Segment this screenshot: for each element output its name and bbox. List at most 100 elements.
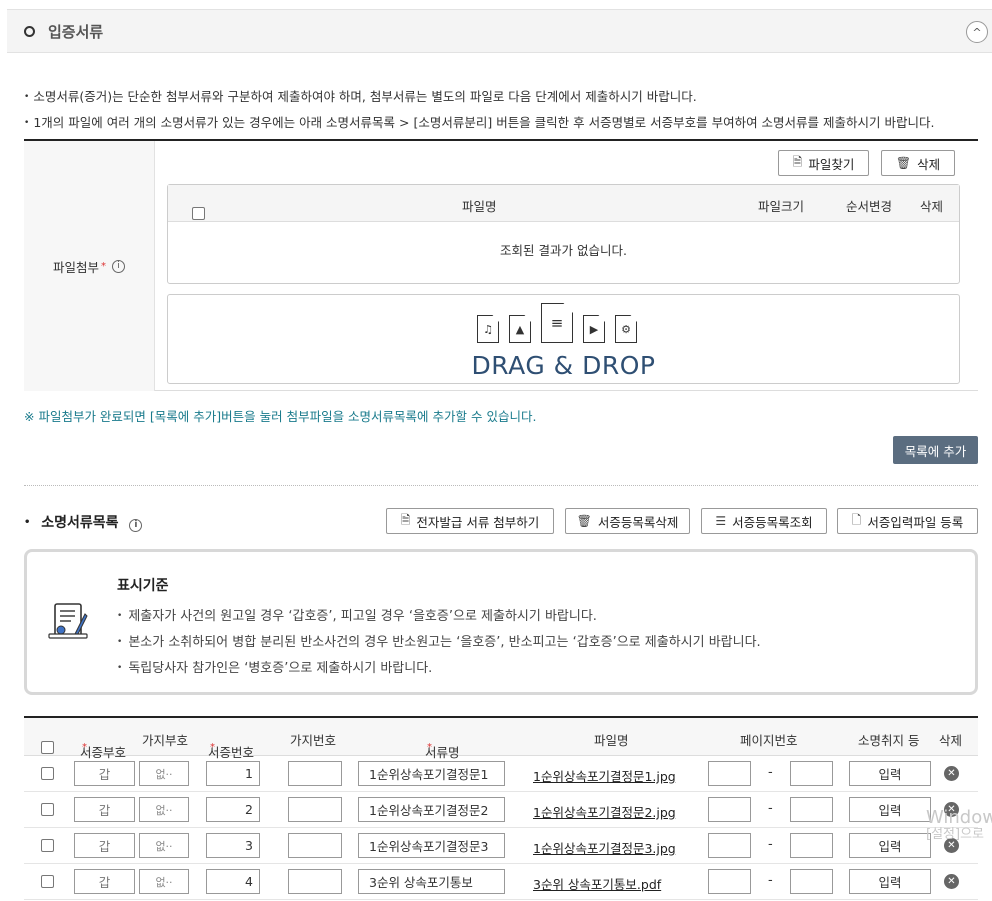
add-to-list-button[interactable]: 목록에 추가 bbox=[893, 436, 978, 464]
doc-name-input[interactable]: 1순위상속포기결정문2 bbox=[358, 797, 505, 822]
branch-number-input[interactable] bbox=[288, 761, 342, 786]
page-to-input[interactable] bbox=[790, 797, 833, 822]
drop-zone[interactable]: ♫ ▲ ≡ ▶ ⚙ DRAG & DROP bbox=[167, 294, 960, 384]
row-checkbox[interactable] bbox=[41, 767, 54, 780]
find-file-label: 파일찾기 bbox=[808, 156, 855, 172]
page-range-dash: - bbox=[768, 801, 773, 816]
doc-list-info-icon[interactable]: i bbox=[129, 518, 143, 532]
header-page: 페이지번호 bbox=[740, 733, 798, 748]
doc-name-input[interactable]: 3순위 상속포기통보 bbox=[358, 869, 505, 894]
file-attach-label-text: 파일첨부 bbox=[52, 259, 99, 275]
notice-1: 소명서류(증거)는 단순한 첨부서류와 구분하여 제출하여야 하며, 첨부서류는… bbox=[24, 86, 696, 105]
criteria-item-3: 독립당사자 참가인은 ‘병호증’으로 제출하시기 바랍니다. bbox=[117, 657, 432, 676]
trash-icon: 🗑 bbox=[576, 514, 592, 528]
branch-code-select[interactable]: 없·· bbox=[139, 761, 189, 786]
file-name-link[interactable]: 1순위상속포기결정문3.jpg bbox=[533, 838, 676, 857]
branch-number-input[interactable] bbox=[288, 869, 342, 894]
file-table-header: 파일명 파일크기 순서변경 삭제 bbox=[168, 185, 959, 222]
header-withdraw: 소명취지 등 bbox=[858, 733, 920, 748]
page-from-input[interactable] bbox=[708, 761, 751, 786]
watermark-line-1: Window bbox=[926, 807, 992, 828]
branch-code-select[interactable]: 없·· bbox=[139, 833, 189, 858]
watermark-line-2: [설정]으로 bbox=[926, 826, 984, 842]
number-input[interactable]: 4 bbox=[206, 869, 260, 894]
number-input[interactable]: 2 bbox=[206, 797, 260, 822]
header-delete: 삭제 bbox=[939, 733, 963, 748]
branch-code-select[interactable]: 없·· bbox=[139, 797, 189, 822]
header-order: 순서변경 bbox=[846, 199, 893, 214]
file-name-link[interactable]: 3순위 상속포기통보.pdf bbox=[533, 874, 661, 893]
code-select[interactable]: 갑 bbox=[74, 797, 135, 822]
number-input[interactable]: 1 bbox=[206, 761, 260, 786]
doc-select-all-checkbox[interactable] bbox=[41, 741, 54, 754]
add-to-list-note: ※ 파일첨부가 완료되면 [목록에 추가]버튼을 눌러 첨부파일을 소명서류목록… bbox=[24, 409, 537, 424]
close-circle-icon[interactable]: ✕ bbox=[944, 874, 959, 889]
image-file-icon: ▲ bbox=[509, 315, 531, 343]
section-title: 입증서류 bbox=[48, 22, 104, 41]
file-search-icon: 🗎 bbox=[400, 512, 411, 527]
info-icon[interactable]: i bbox=[112, 259, 125, 273]
find-file-button[interactable]: 🗎 파일찾기 bbox=[778, 150, 869, 176]
close-circle-icon[interactable]: ✕ bbox=[944, 766, 959, 781]
number-input[interactable]: 3 bbox=[206, 833, 260, 858]
delete-list-button[interactable]: 🗑 서증등목록삭제 bbox=[565, 508, 690, 534]
required-mark: * bbox=[427, 742, 432, 753]
input-button[interactable]: 입력 bbox=[849, 761, 931, 786]
header-filesize: 파일크기 bbox=[758, 199, 805, 214]
input-button[interactable]: 입력 bbox=[849, 833, 931, 858]
file-search-icon: 🗎 bbox=[792, 154, 803, 169]
code-select[interactable]: 갑 bbox=[74, 833, 135, 858]
criteria-item-1: 제출자가 사건의 원고일 경우 ‘갑호증’, 피고일 경우 ‘을호증’으로 제출… bbox=[117, 605, 597, 624]
page-range-dash: - bbox=[768, 873, 773, 888]
input-button[interactable]: 입력 bbox=[849, 797, 931, 822]
view-list-label: 서증등목록조회 bbox=[732, 514, 813, 530]
section-header: 입증서류 ^ bbox=[7, 9, 992, 53]
doc-name-input[interactable]: 1순위상속포기결정문1 bbox=[358, 761, 505, 786]
document-file-icon: ≡ bbox=[541, 303, 573, 343]
register-file-button[interactable]: 🗋 서증입력파일 등록 bbox=[837, 508, 978, 534]
settings-file-icon: ⚙ bbox=[615, 315, 637, 343]
row-checkbox[interactable] bbox=[41, 803, 54, 816]
collapse-button[interactable]: ^ bbox=[966, 21, 988, 43]
page-range-dash: - bbox=[768, 837, 773, 852]
criteria-title: 표시기준 bbox=[117, 578, 169, 594]
video-file-icon: ▶ bbox=[583, 315, 605, 343]
page-from-input[interactable] bbox=[708, 797, 751, 822]
file-attach-box: 파일첨부 * i 🗎 파일찾기 🗑 삭제 파일명 파일크기 순서변경 삭제 조회… bbox=[24, 139, 978, 391]
list-search-icon: ☰ bbox=[715, 514, 727, 528]
empty-message: 조회된 결과가 없습니다. bbox=[500, 243, 627, 258]
page-to-input[interactable] bbox=[790, 761, 833, 786]
header-branch-code: 가지부호 bbox=[142, 733, 189, 748]
required-mark: * bbox=[82, 742, 87, 753]
table-row: 갑 없·· 4 3순위 상속포기통보 3순위 상속포기통보.pdf - 입력 ✕ bbox=[24, 864, 978, 900]
electronic-doc-button[interactable]: 🗎 전자발급 서류 첨부하기 bbox=[386, 508, 554, 534]
file-name-link[interactable]: 1순위상속포기결정문1.jpg bbox=[533, 766, 676, 785]
audio-file-icon: ♫ bbox=[477, 315, 499, 343]
file-name-link[interactable]: 1순위상속포기결정문2.jpg bbox=[533, 802, 676, 821]
page-to-input[interactable] bbox=[790, 833, 833, 858]
delete-file-label: 삭제 bbox=[917, 156, 941, 172]
page-range-dash: - bbox=[768, 765, 773, 780]
table-row: 갑 없·· 2 1순위상속포기결정문2 1순위상속포기결정문2.jpg - 입력… bbox=[24, 792, 978, 828]
row-checkbox[interactable] bbox=[41, 875, 54, 888]
doc-name-input[interactable]: 1순위상속포기결정문3 bbox=[358, 833, 505, 858]
branch-number-input[interactable] bbox=[288, 833, 342, 858]
header-file-name: 파일명 bbox=[594, 733, 629, 748]
row-checkbox[interactable] bbox=[41, 839, 54, 852]
code-select[interactable]: 갑 bbox=[74, 761, 135, 786]
criteria-item-2: 본소가 소취하되어 병합 분리된 반소사건의 경우 반소원고는 ‘을호증’, 반… bbox=[117, 631, 760, 650]
doc-list-table: 서증부호 * 가지부호 서증번호 * 가지번호 서류명 * 파일명 페이지번호 소명취… bbox=[24, 716, 978, 900]
code-select[interactable]: 갑 bbox=[74, 869, 135, 894]
branch-number-input[interactable] bbox=[288, 797, 342, 822]
input-button[interactable]: 입력 bbox=[849, 869, 931, 894]
page-to-input[interactable] bbox=[790, 869, 833, 894]
register-file-label: 서증입력파일 등록 bbox=[867, 514, 964, 530]
select-all-checkbox[interactable] bbox=[192, 207, 205, 220]
view-list-button[interactable]: ☰ 서증등목록조회 bbox=[701, 508, 827, 534]
page-from-input[interactable] bbox=[708, 833, 751, 858]
trash-icon: 🗑 bbox=[895, 156, 912, 170]
page-from-input[interactable] bbox=[708, 869, 751, 894]
branch-code-select[interactable]: 없·· bbox=[139, 869, 189, 894]
required-mark: * bbox=[210, 742, 215, 753]
delete-file-button[interactable]: 🗑 삭제 bbox=[881, 150, 955, 176]
